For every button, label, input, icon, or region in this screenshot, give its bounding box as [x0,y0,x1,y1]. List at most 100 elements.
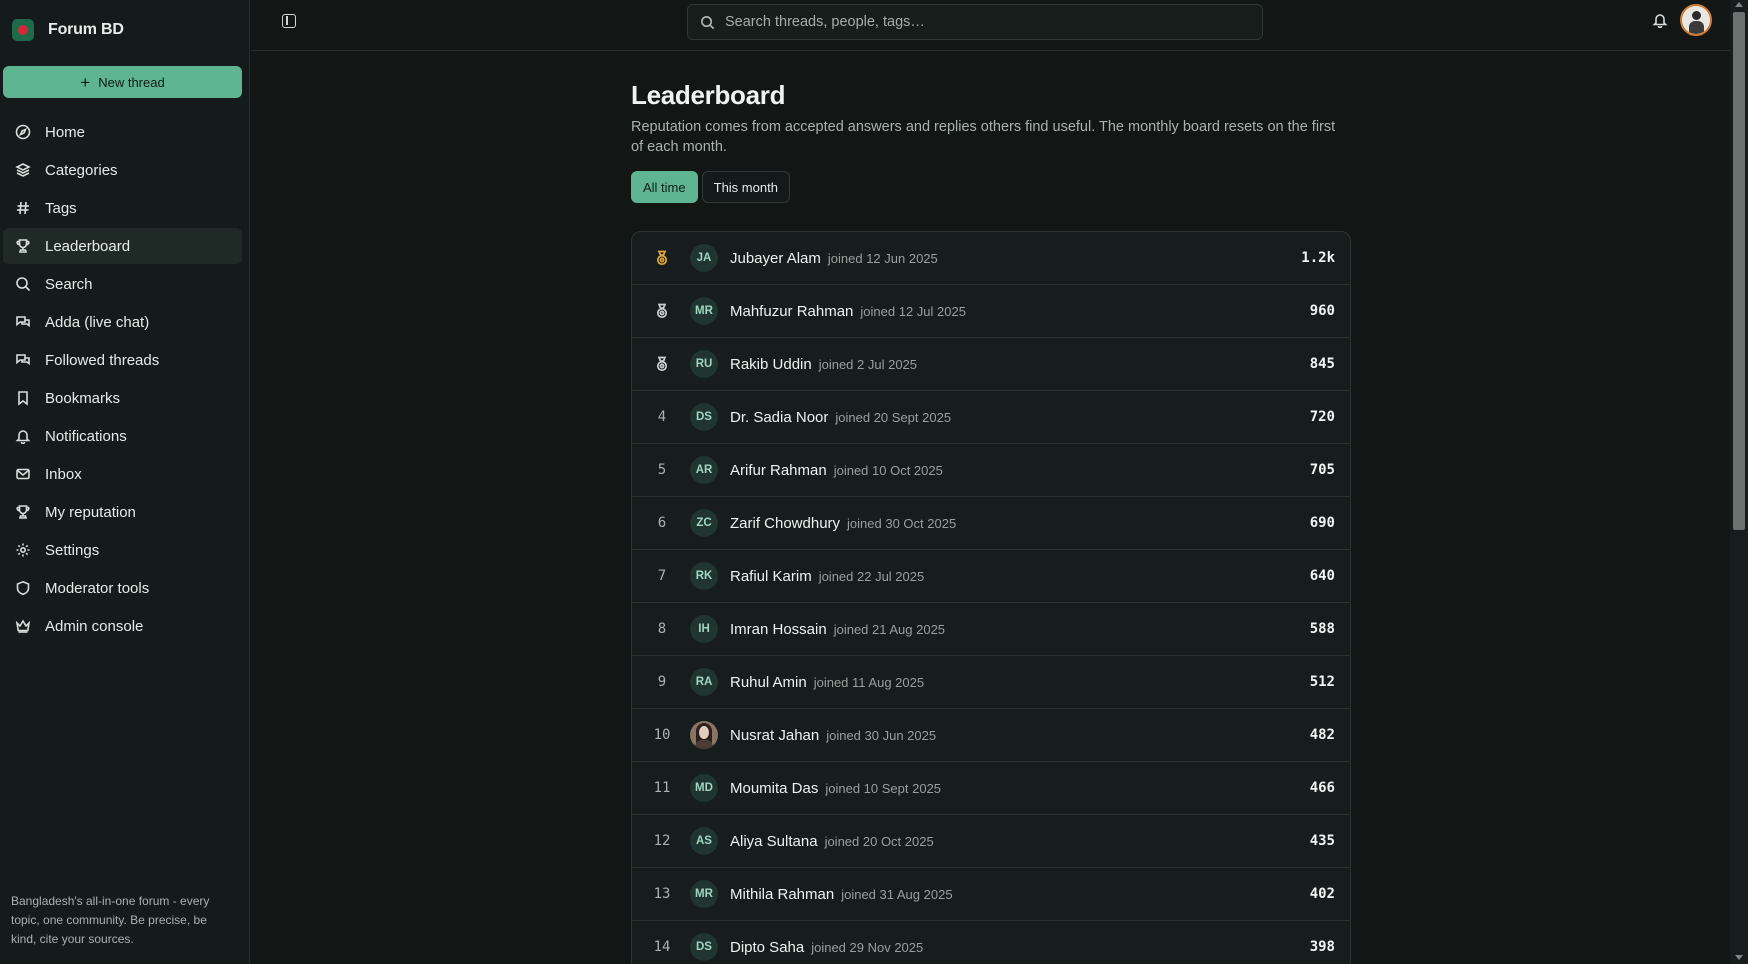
sidebar-item-search[interactable]: Search [3,266,242,302]
avatar[interactable]: MD [690,774,718,802]
user-name-link[interactable]: Rafiul Karim [730,568,812,585]
sidebar-item-adda-live-chat[interactable]: Adda (live chat) [3,304,242,340]
page-description: Reputation comes from accepted answers a… [631,119,1336,155]
sidebar-item-label: Admin console [45,617,144,635]
tab-this-month[interactable]: This month [701,171,790,203]
user-name-link[interactable]: Arifur Rahman [730,462,827,479]
joined-date: joined 20 Sept 2025 [835,409,952,425]
search-icon [701,15,715,29]
avatar[interactable]: JA [690,244,718,272]
leaderboard-row[interactable]: 14 DS Dipto Saha joined 29 Nov 2025 398 [632,921,1350,964]
reputation-points: 398 [1309,939,1335,955]
user-avatar[interactable] [1680,4,1712,36]
gold-medal-icon [632,250,692,266]
leaderboard-row[interactable]: 8 IH Imran Hossain joined 21 Aug 2025 588 [632,603,1350,656]
joined-date: joined 12 Jul 2025 [860,303,966,319]
user-name-link[interactable]: Aliya Sultana [730,833,818,850]
sidebar-item-my-reputation[interactable]: My reputation [3,494,242,530]
leaderboard-row[interactable]: 13 MR Mithila Rahman joined 31 Aug 2025 402 [632,868,1350,921]
period-tabs: All time This month [631,171,1351,203]
search-bar[interactable] [687,4,1263,40]
sidebar-item-followed-threads[interactable]: Followed threads [3,342,242,378]
reputation-points: 720 [1309,409,1335,425]
page-scrollbar[interactable] [1730,0,1748,964]
user-name-link[interactable]: Dr. Sadia Noor [730,409,828,426]
sidebar-item-moderator-tools[interactable]: Moderator tools [3,570,242,606]
user-name-link[interactable]: Mahfuzur Rahman [730,303,853,320]
leaderboard-row[interactable]: JA Jubayer Alam joined 12 Jun 2025 1.2k [632,232,1350,285]
leaderboard-row[interactable]: 11 MD Moumita Das joined 10 Sept 2025 466 [632,762,1350,815]
avatar[interactable]: MR [690,880,718,908]
shield-icon [15,580,31,596]
tab-all-time[interactable]: All time [631,171,698,203]
avatar[interactable]: AR [690,456,718,484]
sidebar-item-label: Search [45,275,93,293]
sidebar-item-tags[interactable]: Tags [3,190,242,226]
user-name-link[interactable]: Moumita Das [730,780,818,797]
user-name-link[interactable]: Ruhul Amin [730,674,807,691]
avatar[interactable]: RA [690,668,718,696]
leaderboard-row[interactable]: RU Rakib Uddin joined 2 Jul 2025 845 [632,338,1350,391]
leaderboard-row[interactable]: 12 AS Aliya Sultana joined 20 Oct 2025 435 [632,815,1350,868]
bronze-medal-icon [632,356,692,372]
new-thread-button[interactable]: + New thread [3,66,242,98]
notifications-bell-icon[interactable] [1652,12,1670,30]
avatar[interactable]: DS [690,403,718,431]
leaderboard-row[interactable]: 5 AR Arifur Rahman joined 10 Oct 2025 705 [632,444,1350,497]
joined-date: joined 11 Aug 2025 [813,674,925,690]
avatar[interactable]: RU [690,350,718,378]
sidebar-item-label: My reputation [45,503,136,521]
sidebar-item-notifications[interactable]: Notifications [3,418,242,454]
avatar[interactable]: RK [690,562,718,590]
mail-icon [15,466,31,482]
leaderboard-row[interactable]: MR Mahfuzur Rahman joined 12 Jul 2025 960 [632,285,1350,338]
user-name-link[interactable]: Zarif Chowdhury [730,515,840,532]
sidebar-item-home[interactable]: Home [3,114,242,150]
reputation-points: 466 [1309,780,1335,796]
joined-date: joined 30 Oct 2025 [847,515,957,531]
bell-icon [15,428,31,444]
sidebar-item-bookmarks[interactable]: Bookmarks [3,380,242,416]
avatar[interactable]: MR [690,297,718,325]
avatar[interactable]: AS [690,827,718,855]
sidebar-item-admin-console[interactable]: Admin console [3,608,242,644]
rank-number: 4 [657,409,667,425]
leaderboard-row[interactable]: 4 DS Dr. Sadia Noor joined 20 Sept 2025 720 [632,391,1350,444]
user-name-link[interactable]: Nusrat Jahan [730,727,819,744]
avatar[interactable] [690,721,718,749]
rank-number: 11 [653,780,671,796]
scrollbar-thumb[interactable] [1733,12,1745,530]
sidebar-item-settings[interactable]: Settings [3,532,242,568]
leaderboard-row[interactable]: 6 ZC Zarif Chowdhury joined 30 Oct 2025 690 [632,497,1350,550]
search-input[interactable] [725,14,1262,30]
sidebar-item-label: Moderator tools [45,579,150,597]
avatar[interactable]: IH [690,615,718,643]
joined-date: joined 10 Sept 2025 [825,780,942,796]
sidebar-item-label: Bookmarks [45,389,121,407]
rank-number: 7 [657,568,667,584]
leaderboard-row[interactable]: 7 RK Rafiul Karim joined 22 Jul 2025 640 [632,550,1350,603]
sidebar-item-inbox[interactable]: Inbox [3,456,242,492]
scroll-down-arrow-icon[interactable] [1735,955,1743,960]
user-name-link[interactable]: Mithila Rahman [730,886,834,903]
sidebar-toggle-icon[interactable] [282,14,296,28]
sidebar-item-label: Tags [45,199,77,217]
avatar[interactable]: ZC [690,509,718,537]
scroll-up-arrow-icon[interactable] [1735,2,1743,7]
brand-name: Forum BD [48,21,124,38]
user-name-link[interactable]: Rakib Uddin [730,356,812,373]
leaderboard-row[interactable]: 9 RA Ruhul Amin joined 11 Aug 2025 512 [632,656,1350,709]
user-name-link[interactable]: Dipto Saha [730,939,804,956]
sidebar-item-label: Settings [45,541,100,559]
user-name-link[interactable]: Jubayer Alam [730,250,821,267]
brand[interactable]: Forum BD [0,0,249,60]
leaderboard-row[interactable]: 10 Nusrat Jahan joined 30 Jun 2025 482 [632,709,1350,762]
sidebar-item-leaderboard[interactable]: Leaderboard [3,228,242,264]
reputation-points: 435 [1309,833,1335,849]
joined-date: joined 30 Jun 2025 [826,727,937,743]
avatar[interactable]: DS [690,933,718,961]
user-name-link[interactable]: Imran Hossain [730,621,827,638]
sidebar-item-categories[interactable]: Categories [3,152,242,188]
layers-icon [15,162,31,178]
sidebar-item-label: Categories [45,161,118,179]
